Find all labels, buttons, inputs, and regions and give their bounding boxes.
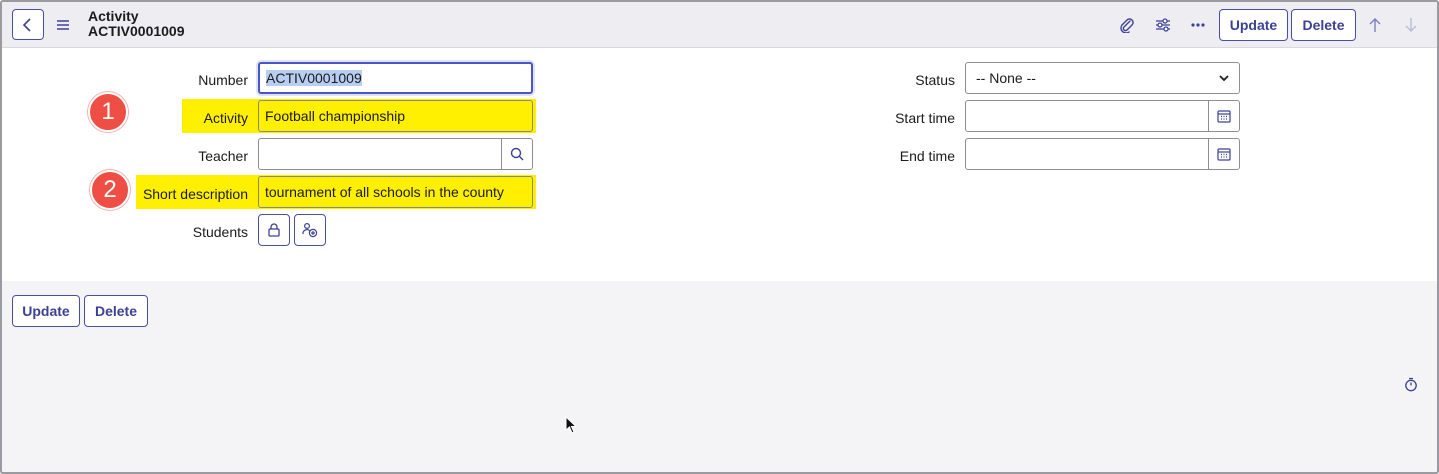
students-lock-button[interactable]: [258, 214, 290, 246]
stopwatch-icon[interactable]: [1404, 377, 1418, 395]
more-icon[interactable]: [1189, 16, 1207, 34]
add-user-icon: [302, 222, 318, 238]
form-header: Activity ACTIV0001009 Update Delete: [2, 2, 1437, 48]
start-time-calendar-button[interactable]: [1208, 100, 1240, 132]
chevron-left-icon: [22, 17, 31, 32]
end-time-calendar-button[interactable]: [1208, 138, 1240, 170]
calendar-icon: [1217, 110, 1231, 123]
teacher-label: Teacher: [198, 148, 248, 164]
status-value: -- None --: [976, 70, 1036, 86]
lock-icon: [268, 223, 280, 237]
back-button[interactable]: [12, 9, 44, 40]
record-id: ACTIV0001009: [88, 23, 185, 39]
delete-button[interactable]: Delete: [1291, 9, 1356, 41]
number-value: ACTIV0001009: [266, 70, 362, 86]
annotation-badge-1: 1: [88, 92, 128, 132]
update-button[interactable]: Update: [1219, 9, 1288, 41]
app-window: Activity ACTIV0001009 Update Delete Numb…: [0, 0, 1439, 474]
end-time-field[interactable]: [965, 138, 1209, 170]
title-block: Activity ACTIV0001009: [88, 9, 185, 39]
start-time-label: Start time: [895, 110, 955, 126]
activity-label: Activity: [203, 110, 248, 126]
students-label: Students: [192, 224, 248, 240]
mouse-cursor-icon: [565, 415, 578, 437]
start-time-field[interactable]: [965, 100, 1209, 132]
students-add-button[interactable]: [294, 214, 326, 246]
sliders-icon[interactable]: [1154, 16, 1172, 34]
status-select[interactable]: -- None --: [965, 62, 1240, 94]
short-description-field[interactable]: tournament of all schools in the county: [258, 176, 533, 208]
footer-update-button[interactable]: Update: [12, 295, 80, 327]
activity-field[interactable]: Football championship: [258, 100, 533, 132]
calendar-icon: [1217, 148, 1231, 161]
search-icon: [510, 147, 524, 161]
form-body: Number ACTIV0001009 Activity Football ch…: [2, 48, 1437, 281]
teacher-field[interactable]: [258, 138, 502, 170]
arrow-down-icon[interactable]: [1402, 16, 1420, 34]
footer-delete-button[interactable]: Delete: [84, 295, 148, 327]
annotation-badge-2: 2: [90, 170, 130, 210]
status-label: Status: [915, 72, 955, 88]
number-label: Number: [198, 72, 248, 88]
arrow-up-icon[interactable]: [1366, 16, 1384, 34]
short-description-label: Short description: [142, 186, 248, 202]
menu-icon[interactable]: [57, 17, 69, 33]
page-title: Activity: [88, 8, 139, 24]
chevron-down-icon: [1219, 74, 1229, 81]
teacher-lookup-button[interactable]: [501, 138, 533, 170]
paperclip-icon[interactable]: [1118, 16, 1136, 34]
end-time-label: End time: [899, 148, 955, 164]
number-field[interactable]: ACTIV0001009: [258, 62, 533, 94]
